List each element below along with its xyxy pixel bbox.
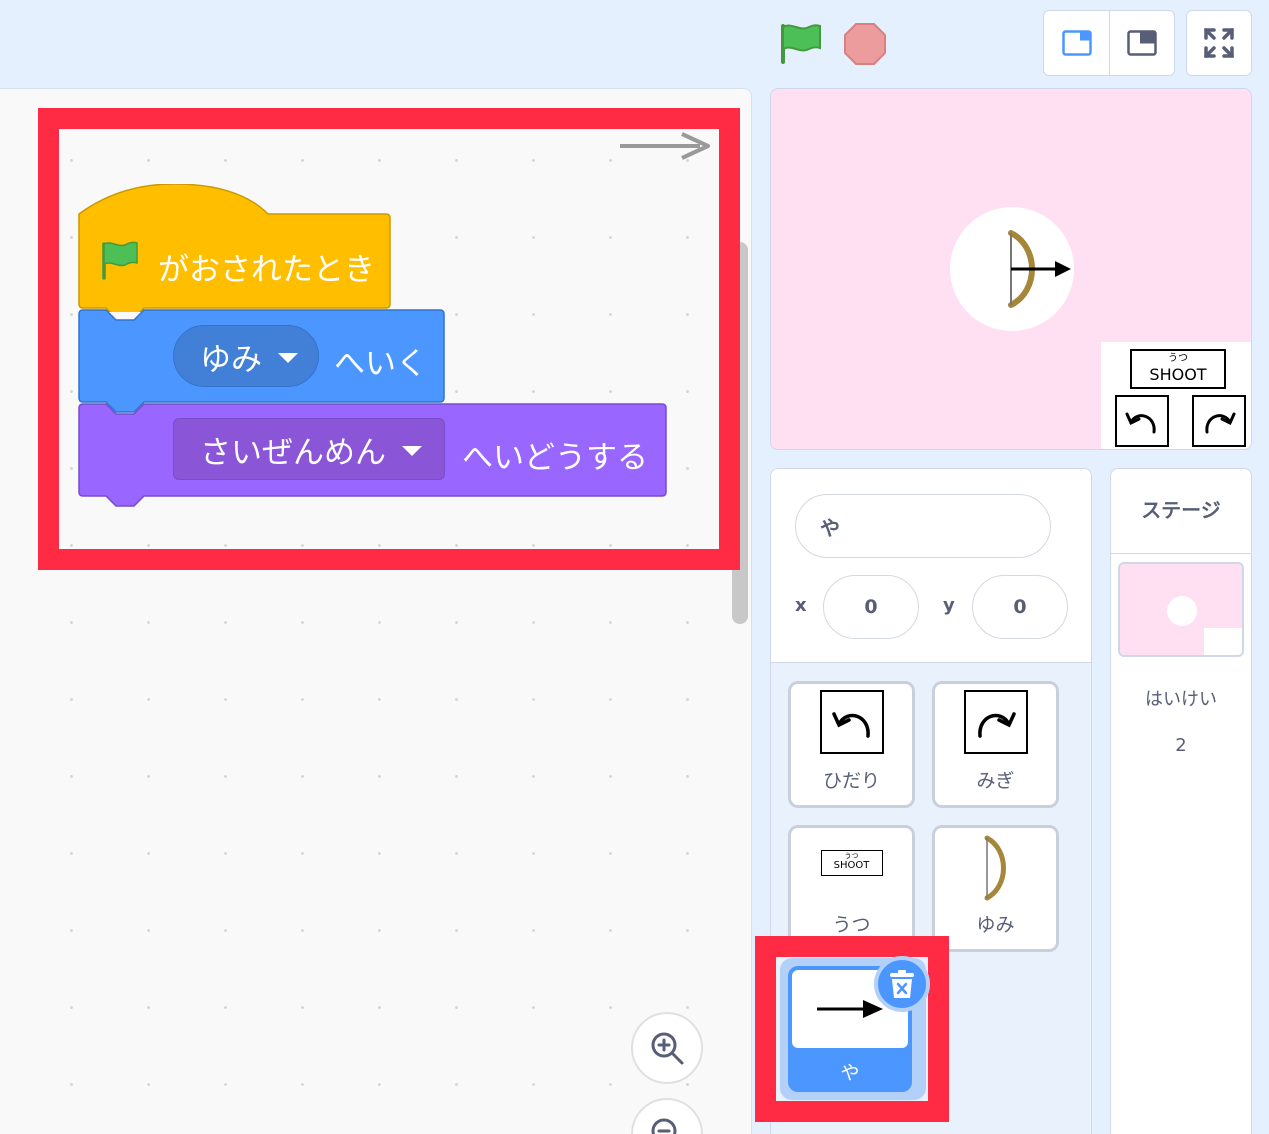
small-stage-button[interactable] (1044, 11, 1109, 75)
stage-pane-title: ステージ (1141, 498, 1221, 522)
zoom-out-icon (651, 1118, 677, 1134)
goto-suffix-label: へいく (334, 346, 427, 382)
rotate-right-icon (977, 712, 1016, 738)
sprite-tile-label: ひだり (822, 770, 880, 792)
stop-icon (844, 23, 886, 65)
shoot-label: SHOOT (1149, 365, 1207, 384)
green-flag-icon (781, 24, 821, 64)
when-flag-clicked-block[interactable]: がおされたとき (78, 184, 392, 312)
shoot-ruby-label: うつ (1168, 353, 1188, 364)
sprite-tile-label: みぎ (976, 770, 1015, 792)
trash-icon (890, 970, 914, 998)
delete-sprite-button[interactable] (874, 956, 930, 1012)
y-position-input[interactable] (972, 575, 1068, 639)
sprite-thumbnail (819, 690, 884, 754)
layer-target-label: さいぜんめん (200, 434, 386, 471)
shoot-sign-thumbnail: うつ SHOOT (820, 850, 883, 876)
bow-sprite-icon (984, 835, 1006, 901)
bow-sprite-icon (1008, 230, 1071, 308)
stage-thumb-circle (1167, 596, 1197, 626)
layer-dropdown[interactable]: さいぜんめん (173, 418, 445, 480)
sprite-name-input[interactable] (795, 494, 1051, 558)
stage-turn-left-button[interactable] (1115, 395, 1169, 447)
sprite-tile-label: ゆみ (976, 914, 1015, 936)
stage-layout-toggle (1043, 10, 1175, 76)
sprite-info-panel: x y (771, 469, 1091, 663)
fullscreen-icon (1204, 28, 1234, 58)
stage-thumb-corner (1204, 628, 1242, 655)
stage-turn-right-button[interactable] (1192, 395, 1246, 447)
sprite-tile-hidari[interactable]: ひだり (788, 681, 915, 808)
green-flag-icon (102, 241, 138, 280)
zoom-in-icon (651, 1032, 684, 1065)
backdrop-label: はいけい (1145, 689, 1217, 710)
shoot-ruby-label: うつ (844, 852, 859, 860)
x-position-input[interactable] (823, 575, 919, 639)
large-stage-icon (1127, 30, 1157, 56)
rotate-left-icon (831, 712, 870, 738)
sprite-tile-utsu[interactable]: うつ SHOOT うつ (788, 825, 915, 952)
fullscreen-button[interactable] (1186, 10, 1252, 76)
stage-target-pane: ステージ はいけい 2 (1110, 468, 1252, 1134)
stage-pane-divider (1111, 553, 1251, 554)
shoot-label: SHOOT (833, 860, 870, 871)
rotate-right-icon (1205, 412, 1236, 434)
sprite-tile-yumi[interactable]: ゆみ (932, 825, 1059, 952)
zoom-in-button[interactable] (631, 1012, 703, 1084)
layer-suffix-label: へいどうする (462, 440, 648, 476)
large-stage-button[interactable] (1109, 11, 1174, 75)
hat-block-label: がおされたとき (158, 252, 375, 288)
green-flag-button[interactable] (778, 22, 824, 64)
stage-controls-panel: うつ SHOOT (1101, 342, 1251, 449)
backdrop-count: 2 (1175, 735, 1187, 756)
x-label: x (795, 595, 807, 616)
stage-canvas[interactable]: うつ SHOOT (770, 88, 1252, 450)
rotate-left-icon (1125, 412, 1156, 434)
y-label: y (943, 595, 955, 616)
goto-target-label: ゆみ (200, 341, 262, 378)
stage-shoot-button[interactable]: うつ SHOOT (1130, 349, 1226, 389)
sprite-thumbnail (963, 690, 1028, 754)
dropdown-caret-icon (402, 446, 422, 456)
dropdown-caret-icon (278, 353, 298, 363)
go-to-layer-block[interactable]: さいぜんめん へいどうする (78, 402, 668, 516)
stop-button[interactable] (843, 22, 887, 66)
sprite-arrow-preview-icon (620, 132, 710, 160)
goto-target-dropdown[interactable]: ゆみ (173, 325, 319, 387)
small-stage-icon (1061, 30, 1092, 56)
stage-thumbnail[interactable] (1118, 562, 1244, 657)
sprite-tile-label: うつ (832, 914, 871, 936)
sprite-tile-migi[interactable]: みぎ (932, 681, 1059, 808)
selected-sprite-label: や (840, 1062, 860, 1084)
arrow-sprite-icon (817, 1000, 883, 1018)
